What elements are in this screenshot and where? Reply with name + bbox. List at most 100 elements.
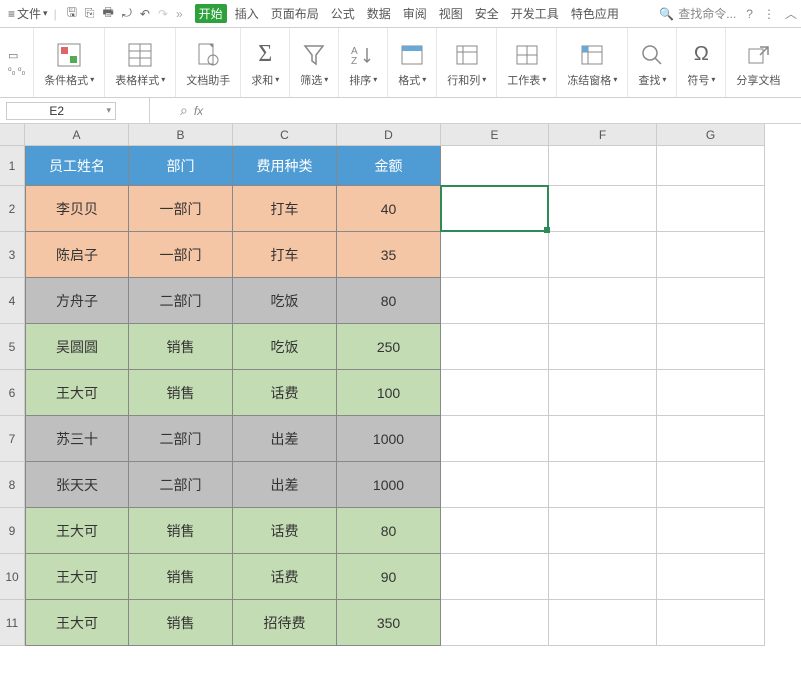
cell-E2[interactable] [441, 186, 549, 232]
ribbon-freeze[interactable]: 冻结窗格▾ [557, 28, 628, 97]
cell-D4[interactable]: 80 [337, 278, 441, 324]
ellipsis-icon[interactable]: ⋮ [763, 7, 775, 21]
rowhead-10[interactable]: 10 [0, 554, 25, 600]
cell-F9[interactable] [549, 508, 657, 554]
cell-F2[interactable] [549, 186, 657, 232]
command-search[interactable]: 🔍 查找命令... [659, 5, 736, 22]
cell-B1[interactable]: 部门 [129, 146, 233, 186]
cell-A8[interactable]: 张天天 [25, 462, 129, 508]
rowhead-1[interactable]: 1 [0, 146, 25, 186]
cell-D1[interactable]: 金额 [337, 146, 441, 186]
cell-C4[interactable]: 吃饭 [233, 278, 337, 324]
cell-D7[interactable]: 1000 [337, 416, 441, 462]
colhead-B[interactable]: B [129, 124, 233, 146]
ribbon-rowcol[interactable]: 行和列▾ [437, 28, 497, 97]
rowhead-9[interactable]: 9 [0, 508, 25, 554]
ribbon-symbol[interactable]: Ω 符号▾ [677, 28, 726, 97]
cell-G1[interactable] [657, 146, 765, 186]
indent-increase[interactable]: ▭ [8, 49, 25, 62]
cell-D5[interactable]: 250 [337, 324, 441, 370]
ribbon-table-style[interactable]: 表格样式▾ [105, 28, 176, 97]
ribbon-conditional-format[interactable]: 条件格式▾ [34, 28, 105, 97]
export-icon[interactable]: ⤾ [122, 6, 132, 21]
tab-security[interactable]: 安全 [471, 3, 503, 24]
cell-F10[interactable] [549, 554, 657, 600]
cell-E10[interactable] [441, 554, 549, 600]
cell-D11[interactable]: 350 [337, 600, 441, 646]
cell-C1[interactable]: 费用种类 [233, 146, 337, 186]
cell-B9[interactable]: 销售 [129, 508, 233, 554]
cell-A4[interactable]: 方舟子 [25, 278, 129, 324]
cell-E4[interactable] [441, 278, 549, 324]
cell-A1[interactable]: 员工姓名 [25, 146, 129, 186]
cell-G8[interactable] [657, 462, 765, 508]
rowhead-11[interactable]: 11 [0, 600, 25, 646]
file-menu[interactable]: ≡ 文件 ▾ | [4, 5, 61, 22]
cell-G5[interactable] [657, 324, 765, 370]
cell-B7[interactable]: 二部门 [129, 416, 233, 462]
cell-D9[interactable]: 80 [337, 508, 441, 554]
cell-F5[interactable] [549, 324, 657, 370]
cell-A3[interactable]: 陈启子 [25, 232, 129, 278]
cell-D8[interactable]: 1000 [337, 462, 441, 508]
tab-review[interactable]: 审阅 [399, 3, 431, 24]
cell-B2[interactable]: 一部门 [129, 186, 233, 232]
tab-start[interactable]: 开始 [195, 4, 227, 23]
colhead-A[interactable]: A [25, 124, 129, 146]
cell-F8[interactable] [549, 462, 657, 508]
ribbon-sort[interactable]: AZ 排序▾ [339, 28, 388, 97]
rowhead-3[interactable]: 3 [0, 232, 25, 278]
cell-G6[interactable] [657, 370, 765, 416]
colhead-G[interactable]: G [657, 124, 765, 146]
cell-C9[interactable]: 话费 [233, 508, 337, 554]
cell-A9[interactable]: 王大可 [25, 508, 129, 554]
cell-B8[interactable]: 二部门 [129, 462, 233, 508]
tab-pagelayout[interactable]: 页面布局 [267, 3, 323, 24]
cell-B5[interactable]: 销售 [129, 324, 233, 370]
collapse-icon[interactable]: ︿ [785, 5, 797, 22]
cell-B6[interactable]: 销售 [129, 370, 233, 416]
more-icon[interactable]: » [176, 7, 183, 21]
cell-E6[interactable] [441, 370, 549, 416]
cell-C6[interactable]: 话费 [233, 370, 337, 416]
cell-G7[interactable] [657, 416, 765, 462]
cell-C2[interactable]: 打车 [233, 186, 337, 232]
ribbon-filter[interactable]: 筛选▾ [290, 28, 339, 97]
cell-E7[interactable] [441, 416, 549, 462]
cell-F1[interactable] [549, 146, 657, 186]
cell-D2[interactable]: 40 [337, 186, 441, 232]
cell-A10[interactable]: 王大可 [25, 554, 129, 600]
cell-C10[interactable]: 话费 [233, 554, 337, 600]
cell-E8[interactable] [441, 462, 549, 508]
cell-B3[interactable]: 一部门 [129, 232, 233, 278]
cell-A5[interactable]: 吴圆圆 [25, 324, 129, 370]
cell-G10[interactable] [657, 554, 765, 600]
spreadsheet-grid[interactable]: A B C D E F G 1 员工姓名 部门 费用种类 金额 2李贝贝一部门打… [0, 124, 801, 646]
fx-label[interactable]: fx [194, 104, 203, 118]
cell-A2[interactable]: 李贝贝 [25, 186, 129, 232]
cell-A6[interactable]: 王大可 [25, 370, 129, 416]
save-icon[interactable]: 🖫 [67, 3, 77, 24]
cell-A7[interactable]: 苏三十 [25, 416, 129, 462]
cell-C11[interactable]: 招待费 [233, 600, 337, 646]
ribbon-sum[interactable]: Σ 求和▾ [241, 28, 290, 97]
cell-D6[interactable]: 100 [337, 370, 441, 416]
colhead-D[interactable]: D [337, 124, 441, 146]
cell-F7[interactable] [549, 416, 657, 462]
cell-F11[interactable] [549, 600, 657, 646]
tab-insert[interactable]: 插入 [231, 3, 263, 24]
ribbon-doc-helper[interactable]: 文档助手 [176, 28, 241, 97]
cell-E3[interactable] [441, 232, 549, 278]
name-box[interactable]: E2 ▾ [6, 102, 116, 120]
colhead-E[interactable]: E [441, 124, 549, 146]
tab-formula[interactable]: 公式 [327, 3, 359, 24]
rowhead-4[interactable]: 4 [0, 278, 25, 324]
tab-devtools[interactable]: 开发工具 [507, 3, 563, 24]
colhead-F[interactable]: F [549, 124, 657, 146]
tab-special[interactable]: 特色应用 [567, 3, 623, 24]
undo-icon[interactable]: ↶ [140, 7, 150, 21]
cell-E11[interactable] [441, 600, 549, 646]
indent-decrease[interactable]: ⁰₀ ⁰₀ [8, 66, 25, 77]
cell-D3[interactable]: 35 [337, 232, 441, 278]
help-icon[interactable]: ? [746, 7, 753, 21]
